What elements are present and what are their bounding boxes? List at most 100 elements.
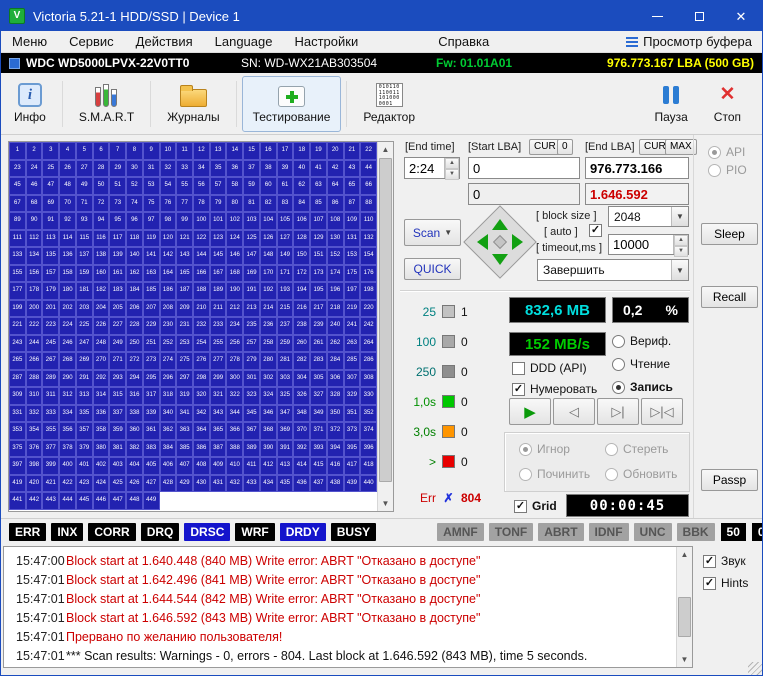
scan-block: 166: [193, 265, 210, 283]
menu-service[interactable]: Сервис: [58, 34, 125, 49]
timeout-spinner[interactable]: ▲▼: [608, 234, 689, 255]
sound-checkbox[interactable]: ✓ Звук: [703, 554, 746, 568]
scan-block: 447: [109, 492, 126, 510]
scroll-down-icon[interactable]: ▼: [378, 496, 393, 511]
scroll-up-icon[interactable]: ▲: [378, 142, 393, 157]
scroll-up-icon[interactable]: ▲: [677, 547, 692, 562]
spin-up-icon[interactable]: ▲: [445, 158, 459, 169]
block-size-combo[interactable]: 2048 ▼: [608, 206, 689, 227]
scan-block: 273: [143, 352, 160, 370]
navigation-pad[interactable]: [465, 207, 535, 277]
scan-block: 315: [109, 387, 126, 405]
checkbox-icon[interactable]: ✓: [703, 555, 716, 568]
radio-icon[interactable]: [605, 443, 618, 456]
scan-block: 189: [210, 282, 227, 300]
smart-button[interactable]: S.M.A.R.T: [68, 76, 145, 132]
scroll-down-icon[interactable]: ▼: [677, 652, 692, 667]
fix-radio[interactable]: Починить: [519, 467, 590, 481]
arrow-down-icon[interactable]: [492, 254, 508, 265]
ddd-api-checkbox[interactable]: DDD (API): [512, 361, 587, 375]
refresh-radio[interactable]: Обновить: [605, 467, 677, 481]
maximize-button[interactable]: [678, 1, 720, 31]
scan-block: 326: [293, 387, 310, 405]
info-button[interactable]: i Инфо: [3, 76, 57, 132]
grid-scrollbar-thumb[interactable]: [379, 158, 392, 482]
checkbox-icon[interactable]: ✓: [514, 500, 527, 513]
timeout-input[interactable]: [609, 235, 673, 254]
radio-icon[interactable]: [612, 381, 625, 394]
radio-icon[interactable]: [519, 468, 532, 481]
end-max-button[interactable]: MAX: [665, 139, 697, 155]
checkbox-icon[interactable]: ✓: [512, 383, 525, 396]
jump-forward-button[interactable]: ▷|: [597, 398, 639, 425]
checkbox-icon[interactable]: ✓: [703, 577, 716, 590]
menu-language[interactable]: Language: [204, 34, 284, 49]
menu-actions[interactable]: Действия: [125, 34, 204, 49]
spin-up-icon[interactable]: ▲: [674, 235, 688, 246]
menu-main[interactable]: Меню: [1, 34, 58, 49]
checkbox-icon[interactable]: [512, 362, 525, 375]
auto-checkbox[interactable]: ✓: [589, 224, 602, 237]
step-back-button[interactable]: ◁: [553, 398, 595, 425]
stop-button[interactable]: ✕ Стоп: [703, 76, 752, 132]
scan-block: 18: [293, 142, 310, 160]
grid-checkbox[interactable]: ✓ Grid: [514, 499, 557, 513]
recall-button[interactable]: Recall: [701, 286, 758, 308]
sleep-button[interactable]: Sleep: [701, 223, 758, 245]
log-scrollbar[interactable]: ▲ ▼: [676, 547, 692, 667]
menu-settings[interactable]: Настройки: [283, 34, 369, 49]
start-test-button[interactable]: ▶: [509, 398, 551, 425]
radio-icon[interactable]: [612, 358, 625, 371]
log-timestamp: 15:47:01: [4, 611, 66, 625]
spin-down-icon[interactable]: ▼: [674, 246, 688, 257]
minimize-button[interactable]: [636, 1, 678, 31]
hints-checkbox[interactable]: ✓ Hints: [703, 576, 748, 590]
arrow-left-icon[interactable]: [477, 234, 488, 250]
scan-button[interactable]: Scan ▼: [404, 219, 461, 246]
spin-down-icon[interactable]: ▼: [445, 169, 459, 180]
pio-radio[interactable]: PIO: [708, 163, 747, 177]
minimize-icon: [652, 16, 663, 17]
start-cur-button[interactable]: CUR: [529, 139, 561, 155]
testing-button[interactable]: Тестирование: [242, 76, 342, 132]
grid-scrollbar[interactable]: ▲ ▼: [377, 142, 393, 511]
scan-block: 286: [360, 352, 377, 370]
passp-button[interactable]: Passp: [701, 469, 758, 491]
scan-block: 318: [160, 387, 177, 405]
scan-block: 17: [277, 142, 294, 160]
after-scan-action-combo[interactable]: Завершить ▼: [537, 259, 689, 281]
scan-block: 110: [360, 212, 377, 230]
radio-icon[interactable]: [612, 335, 625, 348]
close-button[interactable]: ✕: [720, 1, 762, 31]
menu-help[interactable]: Справка: [427, 34, 500, 49]
pause-button[interactable]: Пауза: [643, 76, 698, 132]
arrow-right-icon[interactable]: [512, 234, 523, 250]
end-lba-input[interactable]: [585, 157, 689, 179]
resize-grip[interactable]: [748, 662, 762, 676]
buffer-view-button[interactable]: Просмотр буфера: [626, 34, 752, 49]
jump-edge-button[interactable]: ▷|◁: [641, 398, 683, 425]
chevron-down-icon[interactable]: ▼: [671, 207, 688, 226]
radio-icon[interactable]: [708, 164, 721, 177]
editor-label: Редактор: [363, 110, 415, 124]
editor-button[interactable]: 010110 110011 101000 0001 Редактор: [352, 76, 426, 132]
journals-button[interactable]: Журналы: [156, 76, 230, 132]
quick-button[interactable]: QUICK: [404, 258, 461, 280]
numerate-checkbox[interactable]: ✓ Нумеровать: [512, 382, 597, 396]
ignore-radio[interactable]: Игнор: [519, 442, 570, 456]
radio-icon[interactable]: [708, 146, 721, 159]
write-radio[interactable]: Запись: [612, 380, 673, 394]
arrow-up-icon[interactable]: [492, 219, 508, 230]
chevron-down-icon[interactable]: ▼: [671, 260, 688, 280]
verify-radio[interactable]: Вериф.: [612, 334, 671, 348]
log-scrollbar-thumb[interactable]: [678, 597, 691, 637]
api-radio[interactable]: API: [708, 145, 745, 159]
radio-icon[interactable]: [605, 468, 618, 481]
start-lba-input[interactable]: [468, 157, 580, 179]
start-zero-button[interactable]: 0: [557, 139, 573, 155]
erase-radio[interactable]: Стереть: [605, 442, 668, 456]
radio-icon[interactable]: [519, 443, 532, 456]
read-radio[interactable]: Чтение: [612, 357, 670, 371]
end-time-spinner[interactable]: ▲▼: [404, 157, 460, 179]
end-time-input[interactable]: [405, 158, 444, 178]
